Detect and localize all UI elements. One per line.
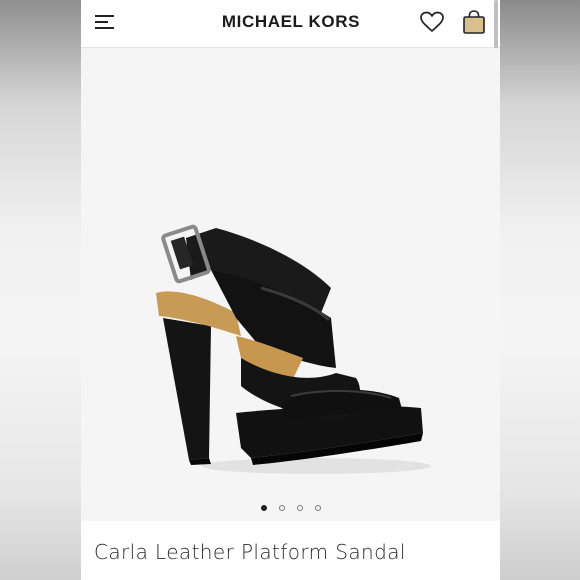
gallery-dot-4[interactable] [314, 505, 321, 511]
brand-logo[interactable]: MICHAEL KORS [191, 12, 391, 32]
product-image-gallery[interactable] [81, 48, 500, 521]
gallery-dot-2[interactable] [278, 505, 285, 511]
product-image [141, 208, 441, 478]
app-screen: MICHAEL KORS Carla Leather Platform Sand… [81, 0, 500, 580]
hamburger-menu-icon[interactable] [94, 13, 116, 31]
background-left-blur [0, 0, 81, 580]
gallery-dot-1[interactable] [260, 505, 267, 511]
background-right-blur [500, 0, 580, 580]
heart-icon[interactable] [420, 11, 444, 33]
gallery-pagination [81, 505, 500, 515]
gallery-dot-3[interactable] [296, 505, 303, 511]
top-navigation-bar: MICHAEL KORS [81, 0, 500, 90]
product-title: Carla Leather Platform Sandal [94, 540, 406, 564]
shopping-bag-icon[interactable] [461, 9, 487, 35]
